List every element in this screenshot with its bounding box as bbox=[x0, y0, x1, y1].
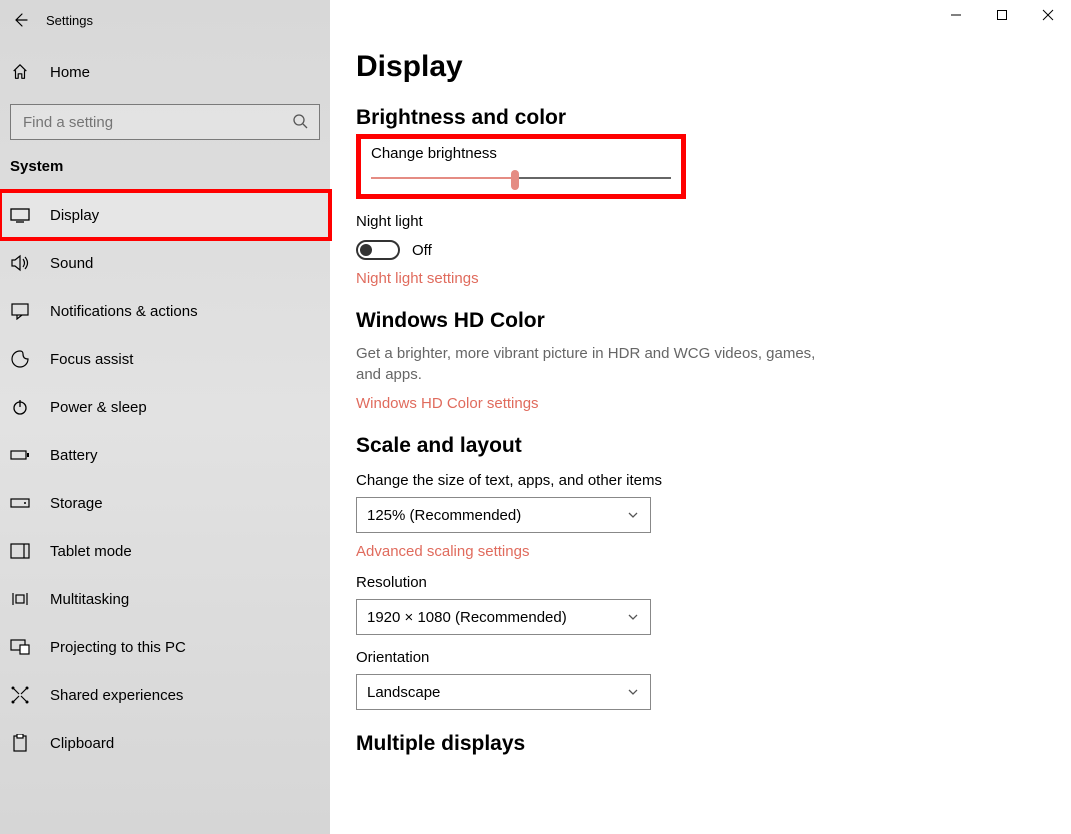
nav-label: Sound bbox=[50, 255, 93, 272]
nav-label: Tablet mode bbox=[50, 543, 132, 560]
close-button[interactable] bbox=[1025, 0, 1071, 30]
scale-label: Change the size of text, apps, and other… bbox=[356, 472, 1071, 489]
sound-icon bbox=[10, 253, 30, 273]
nav-label: Clipboard bbox=[50, 735, 114, 752]
nav-label: Storage bbox=[50, 495, 103, 512]
hd-color-desc: Get a brighter, more vibrant picture in … bbox=[356, 343, 816, 385]
nav-item-storage[interactable]: Storage bbox=[0, 479, 330, 527]
multitasking-icon bbox=[10, 589, 30, 609]
section-scale-layout: Scale and layout bbox=[356, 434, 1071, 458]
focus-assist-icon bbox=[10, 349, 30, 369]
search-input[interactable] bbox=[10, 104, 320, 140]
battery-icon bbox=[10, 445, 30, 465]
nav-item-multitasking[interactable]: Multitasking bbox=[0, 575, 330, 623]
nav-item-clipboard[interactable]: Clipboard bbox=[0, 719, 330, 767]
brightness-slider[interactable] bbox=[371, 172, 671, 184]
orientation-dropdown[interactable]: Landscape bbox=[356, 674, 651, 710]
content-area: Display Brightness and color Change brig… bbox=[330, 0, 1071, 834]
notifications-icon bbox=[10, 301, 30, 321]
chevron-down-icon bbox=[626, 685, 640, 699]
section-multiple-displays: Multiple displays bbox=[356, 732, 1071, 756]
shared-icon bbox=[10, 685, 30, 705]
night-light-state: Off bbox=[412, 242, 432, 259]
advanced-scaling-link[interactable]: Advanced scaling settings bbox=[356, 543, 529, 560]
maximize-button[interactable] bbox=[979, 0, 1025, 30]
nav-label: Power & sleep bbox=[50, 399, 147, 416]
titlebar-left: Settings bbox=[0, 0, 330, 40]
search-box[interactable] bbox=[10, 104, 320, 140]
display-icon bbox=[10, 205, 30, 225]
nav-label: Projecting to this PC bbox=[50, 639, 186, 656]
nav-item-tablet-mode[interactable]: Tablet mode bbox=[0, 527, 330, 575]
home-label: Home bbox=[50, 64, 90, 81]
night-light-settings-link[interactable]: Night light settings bbox=[356, 270, 479, 287]
home-icon bbox=[10, 62, 30, 82]
scale-dropdown[interactable]: 125% (Recommended) bbox=[356, 497, 651, 533]
window-controls bbox=[933, 0, 1071, 30]
storage-icon bbox=[10, 493, 30, 513]
nav-item-battery[interactable]: Battery bbox=[0, 431, 330, 479]
nav-label: Shared experiences bbox=[50, 687, 183, 704]
minimize-button[interactable] bbox=[933, 0, 979, 30]
change-brightness-label: Change brightness bbox=[371, 145, 671, 162]
power-icon bbox=[10, 397, 30, 417]
chevron-down-icon bbox=[626, 610, 640, 624]
nav-item-notifications[interactable]: Notifications & actions bbox=[0, 287, 330, 335]
nav-item-projecting[interactable]: Projecting to this PC bbox=[0, 623, 330, 671]
search-icon bbox=[292, 113, 310, 131]
nav-item-shared-experiences[interactable]: Shared experiences bbox=[0, 671, 330, 719]
clipboard-icon bbox=[10, 733, 30, 753]
projecting-icon bbox=[10, 637, 30, 657]
nav-label: Focus assist bbox=[50, 351, 133, 368]
nav-item-display[interactable]: Display bbox=[0, 191, 330, 239]
resolution-value: 1920 × 1080 (Recommended) bbox=[367, 609, 567, 626]
night-light-toggle[interactable] bbox=[356, 240, 400, 260]
sidebar: Settings Home System Display Sound Not bbox=[0, 0, 330, 834]
tablet-icon bbox=[10, 541, 30, 561]
page-title: Display bbox=[356, 50, 1071, 84]
chevron-down-icon bbox=[626, 508, 640, 522]
resolution-label: Resolution bbox=[356, 574, 1071, 591]
hd-color-settings-link[interactable]: Windows HD Color settings bbox=[356, 395, 539, 412]
brightness-highlight-box: Change brightness bbox=[356, 134, 686, 199]
sidebar-home[interactable]: Home bbox=[0, 40, 330, 104]
app-title: Settings bbox=[46, 13, 93, 28]
back-icon[interactable] bbox=[12, 12, 28, 28]
orientation-value: Landscape bbox=[367, 684, 440, 701]
nav-label: Notifications & actions bbox=[50, 303, 198, 320]
nav-item-sound[interactable]: Sound bbox=[0, 239, 330, 287]
category-label: System bbox=[0, 158, 330, 191]
resolution-dropdown[interactable]: 1920 × 1080 (Recommended) bbox=[356, 599, 651, 635]
scale-value: 125% (Recommended) bbox=[367, 507, 521, 524]
nav-label: Display bbox=[50, 207, 99, 224]
nav-label: Multitasking bbox=[50, 591, 129, 608]
night-light-label: Night light bbox=[356, 213, 1071, 230]
section-brightness-color: Brightness and color bbox=[356, 106, 1071, 130]
nav-item-power-sleep[interactable]: Power & sleep bbox=[0, 383, 330, 431]
nav-item-focus-assist[interactable]: Focus assist bbox=[0, 335, 330, 383]
orientation-label: Orientation bbox=[356, 649, 1071, 666]
nav-label: Battery bbox=[50, 447, 98, 464]
section-hd-color: Windows HD Color bbox=[356, 309, 1071, 333]
